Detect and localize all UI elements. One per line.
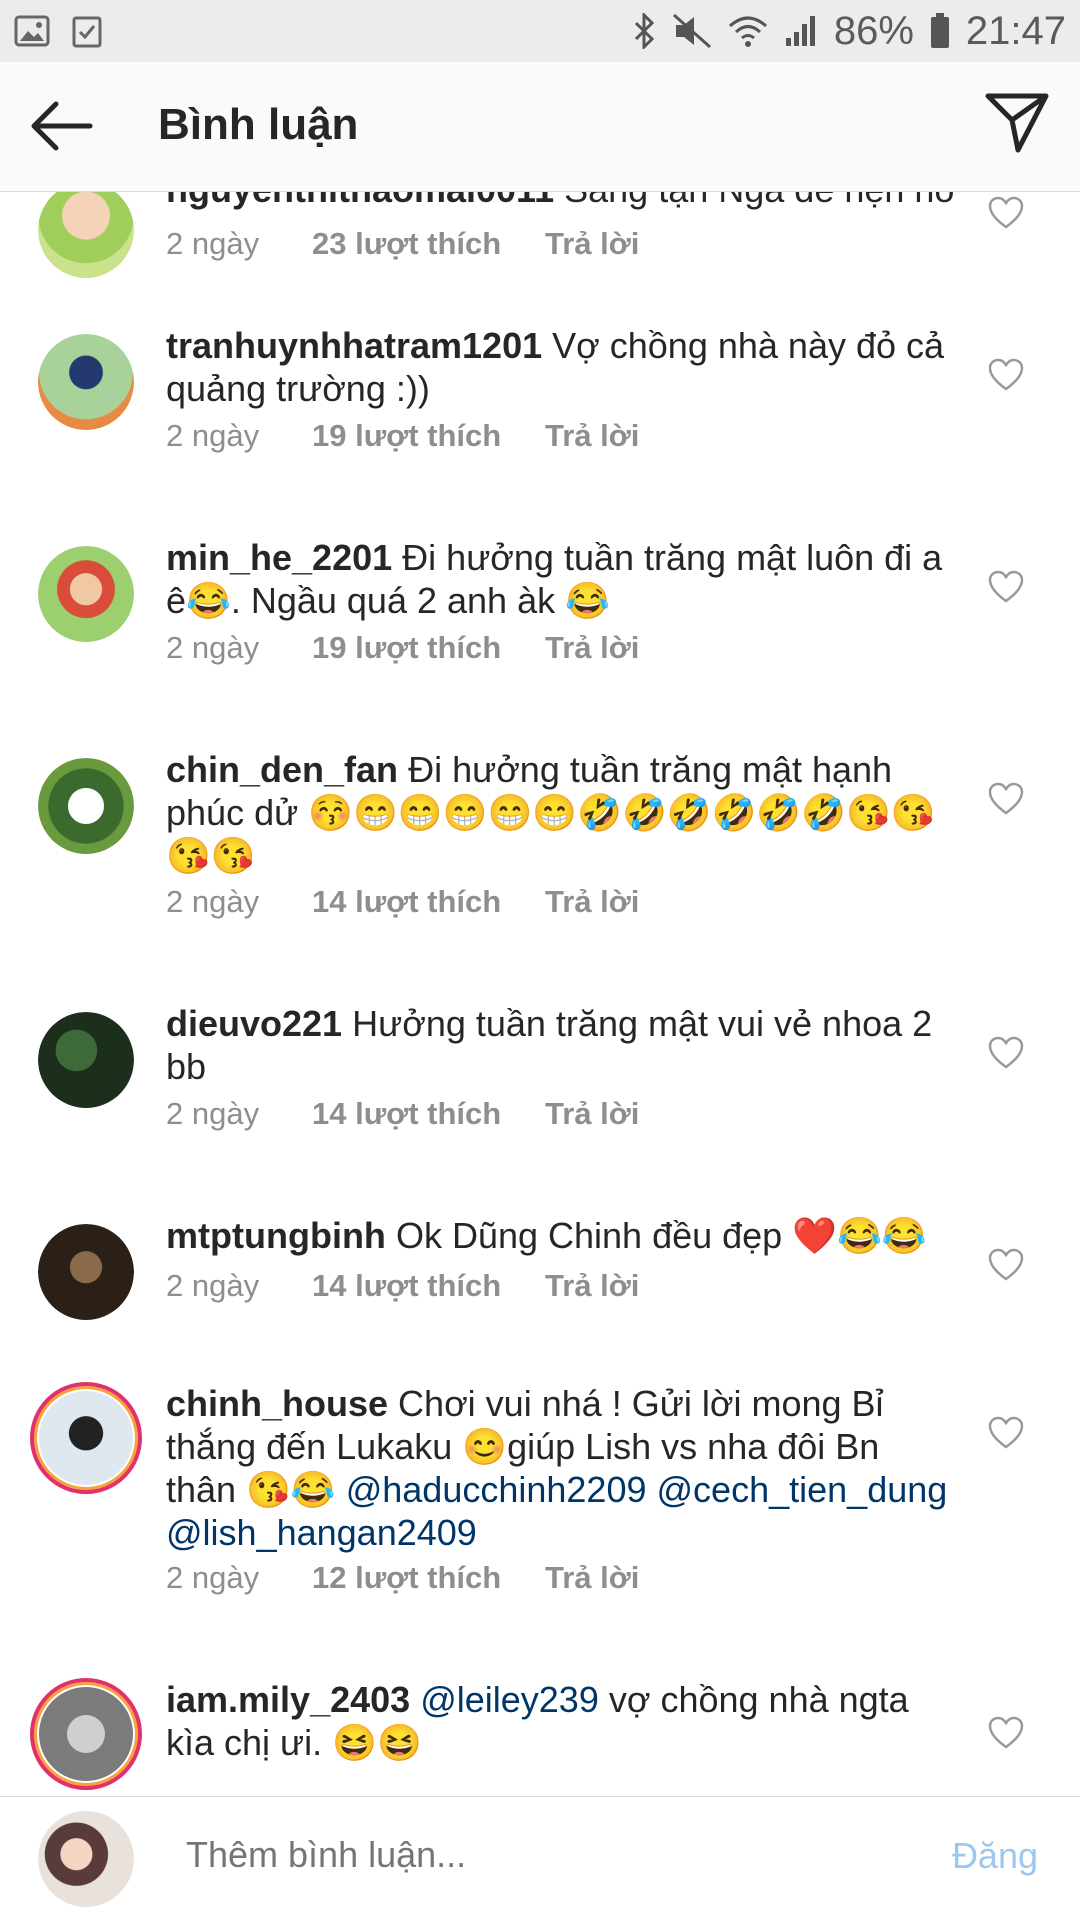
likes-count[interactable]: 12 lượt thích bbox=[312, 1560, 545, 1596]
comment-meta: 2 ngày 14 lượt thích Trả lời bbox=[166, 1096, 639, 1132]
comment-body: Sang tận Nga để hẹn hò bbox=[564, 192, 954, 210]
comment-age: 2 ngày bbox=[166, 226, 260, 261]
comment-meta: 2 ngày 19 lượt thích Trả lời bbox=[166, 630, 639, 666]
heart-outline-icon[interactable] bbox=[988, 196, 1024, 230]
comment-input[interactable] bbox=[184, 1833, 888, 1877]
mention-link[interactable]: @leiley239 bbox=[420, 1679, 599, 1720]
bluetooth-icon bbox=[634, 13, 654, 49]
comment-age: 2 ngày bbox=[166, 1096, 260, 1131]
avatar[interactable] bbox=[30, 1382, 142, 1494]
reply-button[interactable]: Trả lời bbox=[545, 1560, 639, 1596]
comment-username[interactable]: min_he_2201 bbox=[166, 537, 392, 578]
heart-outline-icon[interactable] bbox=[988, 782, 1024, 816]
likes-count[interactable]: 19 lượt thích bbox=[312, 418, 545, 454]
reply-button[interactable]: Trả lời bbox=[545, 1268, 639, 1304]
comment-username[interactable]: chin_den_fan bbox=[166, 749, 398, 790]
comment-text: chin_den_fan Đi hưởng tuần trăng mật hạn… bbox=[166, 748, 956, 877]
mention-link[interactable]: @cech_tien_dung bbox=[657, 1469, 948, 1510]
likes-count[interactable]: 14 lượt thích bbox=[312, 884, 545, 920]
comment-username[interactable]: iam.mily_2403 bbox=[166, 1679, 410, 1720]
avatar[interactable] bbox=[38, 192, 134, 278]
heart-outline-icon[interactable] bbox=[988, 1036, 1024, 1070]
likes-count[interactable]: 14 lượt thích bbox=[312, 1096, 545, 1132]
avatar[interactable] bbox=[38, 546, 134, 642]
reply-button[interactable]: Trả lời bbox=[545, 1096, 639, 1132]
paper-plane-icon[interactable] bbox=[982, 88, 1052, 158]
post-button[interactable]: Đăng bbox=[952, 1835, 1038, 1877]
comment-body: Ok Dũng Chinh đều đẹp ❤️😂😂 bbox=[395, 1215, 927, 1256]
avatar[interactable] bbox=[30, 1678, 142, 1790]
comment-text: iam.mily_2403 @leiley239 vợ chồng nhà ng… bbox=[166, 1678, 956, 1764]
page-title: Bình luận bbox=[158, 100, 359, 149]
mention-link[interactable]: @haducchinh2209 bbox=[346, 1469, 647, 1510]
reply-button[interactable]: Trả lời bbox=[545, 630, 639, 666]
status-bar: 86% 21:47 bbox=[0, 0, 1080, 62]
comment-text: mtptungbinh Ok Dũng Chinh đều đẹp ❤️😂😂 bbox=[166, 1214, 956, 1257]
comment-meta: 2 ngày 12 lượt thích Trả lời bbox=[166, 1560, 639, 1596]
comment-username[interactable]: chinh_house bbox=[166, 1383, 388, 1424]
comment-text: chinh_house Chơi vui nhá ! Gửi lời mong … bbox=[166, 1382, 956, 1554]
likes-count[interactable]: 23 lượt thích bbox=[312, 226, 545, 262]
reply-button[interactable]: Trả lời bbox=[545, 226, 639, 262]
comment-text: tranhuynhhatram1201 Vợ chồng nhà này đỏ … bbox=[166, 324, 956, 410]
heart-outline-icon[interactable] bbox=[988, 570, 1024, 604]
mention-link[interactable]: @lish_hangan2409 bbox=[166, 1512, 477, 1553]
comment-age: 2 ngày bbox=[166, 418, 260, 453]
clock: 21:47 bbox=[965, 8, 1066, 53]
comment-meta: 2 ngày 14 lượt thích Trả lời bbox=[166, 1268, 639, 1304]
heart-outline-icon[interactable] bbox=[988, 358, 1024, 392]
battery-icon bbox=[930, 13, 949, 48]
comment-meta: 2 ngày 14 lượt thích Trả lời bbox=[166, 884, 639, 920]
heart-outline-icon[interactable] bbox=[988, 1248, 1024, 1282]
comment-text: nguyenthithaomai0011 Sang tận Nga để hẹn… bbox=[166, 192, 956, 211]
image-icon bbox=[14, 15, 50, 47]
reply-button[interactable]: Trả lời bbox=[545, 884, 639, 920]
avatar[interactable] bbox=[38, 1012, 134, 1108]
comment-age: 2 ngày bbox=[166, 1560, 260, 1595]
comment-age: 2 ngày bbox=[166, 1268, 260, 1303]
comment-username[interactable]: mtptungbinh bbox=[166, 1215, 386, 1256]
heart-outline-icon[interactable] bbox=[988, 1416, 1024, 1450]
comment-username[interactable]: tranhuynhhatram1201 bbox=[166, 325, 542, 366]
comment-list[interactable]: nguyenthithaomai0011 Sang tận Nga để hẹn… bbox=[0, 192, 1080, 1796]
comment-composer: Đăng bbox=[0, 1796, 1080, 1920]
comment-meta: 2 ngày 23 lượt thích Trả lời bbox=[166, 226, 639, 262]
avatar bbox=[38, 1811, 134, 1907]
comment-text: dieuvo221 Hưởng tuần trăng mật vui vẻ nh… bbox=[166, 1002, 956, 1088]
comment-username[interactable]: dieuvo221 bbox=[166, 1003, 342, 1044]
comment-age: 2 ngày bbox=[166, 630, 260, 665]
likes-count[interactable]: 14 lượt thích bbox=[312, 1268, 545, 1304]
checkbox-icon bbox=[72, 16, 102, 48]
signal-icon bbox=[785, 16, 815, 46]
wifi-icon bbox=[728, 16, 767, 47]
reply-button[interactable]: Trả lời bbox=[545, 418, 639, 454]
comment-age: 2 ngày bbox=[166, 884, 260, 919]
comment-meta: 2 ngày 19 lượt thích Trả lời bbox=[166, 418, 639, 454]
arrow-left-icon[interactable] bbox=[26, 96, 96, 156]
avatar[interactable] bbox=[38, 334, 134, 430]
mute-icon bbox=[672, 13, 711, 49]
comment-text: min_he_2201 Đi hưởng tuần trăng mật luôn… bbox=[166, 536, 956, 622]
avatar[interactable] bbox=[38, 758, 134, 854]
heart-outline-icon[interactable] bbox=[988, 1716, 1024, 1750]
likes-count[interactable]: 19 lượt thích bbox=[312, 630, 545, 666]
app-bar: Bình luận bbox=[0, 62, 1080, 192]
comment-username[interactable]: nguyenthithaomai0011 bbox=[166, 192, 554, 210]
avatar[interactable] bbox=[38, 1224, 134, 1320]
battery-percent: 86% bbox=[833, 8, 914, 53]
